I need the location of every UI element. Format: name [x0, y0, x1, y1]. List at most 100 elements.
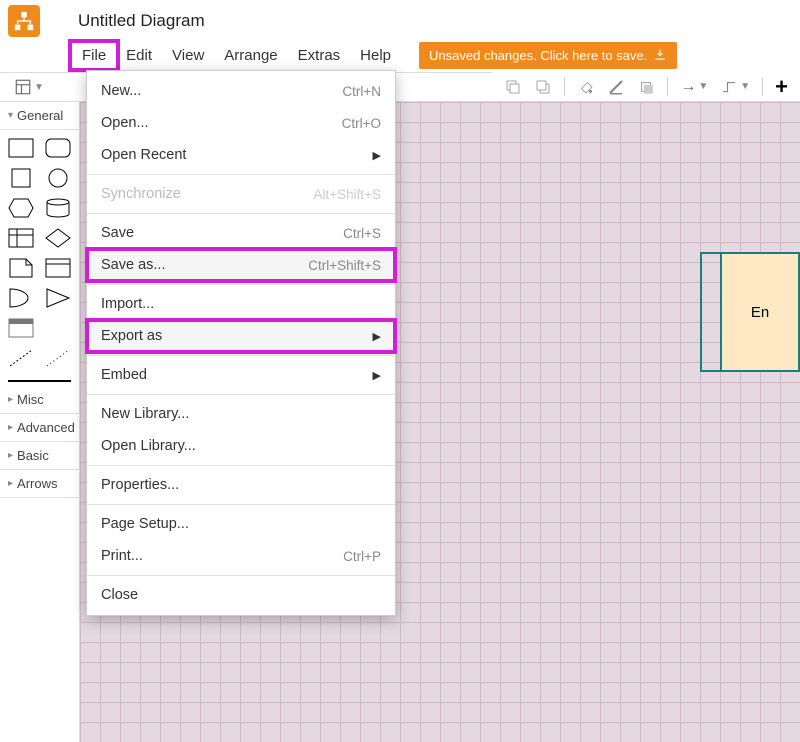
waypoint-tool[interactable]: ▼: [714, 76, 756, 98]
menu-item-shortcut: Ctrl+Shift+S: [308, 258, 381, 273]
unsaved-changes-button[interactable]: Unsaved changes. Click here to save.: [419, 42, 677, 69]
menu-item-print[interactable]: Print... Ctrl+P: [87, 540, 395, 572]
menu-item-page-setup[interactable]: Page Setup...: [87, 508, 395, 540]
menu-item-shortcut: Ctrl+O: [342, 116, 381, 131]
toolbar-separator: [762, 78, 763, 96]
menu-item-new-library[interactable]: New Library...: [87, 398, 395, 430]
menu-item-shortcut: Ctrl+S: [343, 226, 381, 241]
line-color-tool[interactable]: [601, 76, 631, 98]
menu-item-save[interactable]: Save Ctrl+S: [87, 217, 395, 249]
menu-item-synchronize: Synchronize Alt+Shift+S: [87, 178, 395, 210]
toolbar-separator: [667, 78, 668, 96]
menu-separator: [87, 575, 395, 576]
submenu-arrow-icon: ▶: [373, 369, 381, 382]
diagram-node[interactable]: En: [720, 252, 800, 372]
menu-item-label: New...: [101, 83, 141, 99]
layout-tool[interactable]: ▼: [8, 76, 50, 98]
menu-separator: [87, 504, 395, 505]
fill-color-tool[interactable]: [571, 76, 601, 98]
shape-rectangle[interactable]: [8, 138, 34, 158]
menu-item-open-library[interactable]: Open Library...: [87, 430, 395, 462]
file-menu-dropdown: New... Ctrl+N Open... Ctrl+O Open Recent ▶ Syn…: [86, 70, 396, 616]
shape-sidebar: General Misc Advanced Basic Arrows: [0, 102, 80, 742]
menu-item-label: New Library...: [101, 406, 189, 422]
shape-palette: [0, 130, 79, 376]
menu-extras[interactable]: Extras: [288, 43, 351, 68]
menu-item-label: Save as...: [101, 257, 165, 273]
sidebar-section-misc[interactable]: Misc: [0, 386, 79, 414]
shape-circle[interactable]: [45, 168, 71, 188]
to-back-tool[interactable]: [528, 76, 558, 98]
to-front-tool[interactable]: [498, 76, 528, 98]
menu-separator: [87, 355, 395, 356]
menu-edit[interactable]: Edit: [116, 43, 162, 68]
menu-item-label: Open Library...: [101, 438, 196, 454]
shape-dashed-line[interactable]: [8, 348, 34, 368]
document-title[interactable]: Untitled Diagram: [78, 11, 205, 31]
menu-item-properties[interactable]: Properties...: [87, 469, 395, 501]
shape-dotted-line[interactable]: [45, 348, 71, 368]
menu-separator: [87, 394, 395, 395]
sidebar-section-basic[interactable]: Basic: [0, 442, 79, 470]
shape-window[interactable]: [8, 318, 34, 338]
menu-arrange[interactable]: Arrange: [214, 43, 287, 68]
menu-item-label: Print...: [101, 548, 143, 564]
menu-item-label: Properties...: [101, 477, 179, 493]
shape-note[interactable]: [8, 258, 34, 278]
menu-item-label: Synchronize: [101, 186, 181, 202]
toolbar-separator: [564, 78, 565, 96]
shape-table[interactable]: [8, 228, 34, 248]
sidebar-section-arrows[interactable]: Arrows: [0, 470, 79, 498]
menu-item-shortcut: Alt+Shift+S: [313, 187, 381, 202]
menu-item-export-as[interactable]: Export as ▶: [87, 320, 395, 352]
shape-triangle[interactable]: [45, 288, 71, 308]
menu-item-shortcut: Ctrl+N: [342, 84, 381, 99]
add-tool[interactable]: +: [769, 72, 794, 102]
shape-cylinder[interactable]: [45, 198, 71, 218]
download-icon: [653, 48, 667, 62]
formatting-toolbar: →▼ ▼ +: [492, 72, 800, 102]
menu-item-new[interactable]: New... Ctrl+N: [87, 75, 395, 107]
unsaved-changes-label: Unsaved changes. Click here to save.: [429, 48, 647, 63]
sidebar-section-advanced[interactable]: Advanced: [0, 414, 79, 442]
menu-view[interactable]: View: [162, 43, 214, 68]
shape-rounded-rect[interactable]: [45, 138, 71, 158]
menu-item-open[interactable]: Open... Ctrl+O: [87, 107, 395, 139]
menu-item-embed[interactable]: Embed ▶: [87, 359, 395, 391]
shape-blank[interactable]: [45, 318, 71, 338]
shape-hexagon[interactable]: [8, 198, 34, 218]
menu-item-label: Save: [101, 225, 134, 241]
menu-separator: [87, 174, 395, 175]
menu-item-label: Open...: [101, 115, 149, 131]
menu-help[interactable]: Help: [350, 43, 401, 68]
menu-item-import[interactable]: Import...: [87, 288, 395, 320]
diagram-logo-icon: [13, 10, 35, 32]
menu-item-save-as[interactable]: Save as... Ctrl+Shift+S: [87, 249, 395, 281]
shape-card[interactable]: [45, 258, 71, 278]
menu-separator: [87, 284, 395, 285]
menu-file[interactable]: File: [72, 43, 116, 68]
menu-separator: [87, 213, 395, 214]
menu-item-label: Import...: [101, 296, 154, 312]
shape-square[interactable]: [8, 168, 34, 188]
sidebar-divider: [8, 380, 71, 382]
submenu-arrow-icon: ▶: [373, 330, 381, 343]
connection-tool[interactable]: →▼: [674, 76, 714, 98]
menu-item-label: Close: [101, 587, 138, 603]
shape-half-circle[interactable]: [8, 288, 34, 308]
sidebar-section-general[interactable]: General: [0, 102, 79, 130]
shape-diamond[interactable]: [45, 228, 71, 248]
menu-separator: [87, 465, 395, 466]
menu-item-label: Page Setup...: [101, 516, 189, 532]
menu-item-label: Open Recent: [101, 147, 186, 163]
menu-item-label: Embed: [101, 367, 147, 383]
menu-item-shortcut: Ctrl+P: [343, 549, 381, 564]
title-bar: Untitled Diagram: [0, 0, 800, 38]
submenu-arrow-icon: ▶: [373, 149, 381, 162]
shadow-tool[interactable]: [631, 76, 661, 98]
diagram-bracket[interactable]: [700, 252, 720, 372]
app-logo: [8, 5, 40, 37]
menu-item-close[interactable]: Close: [87, 579, 395, 611]
menu-item-open-recent[interactable]: Open Recent ▶: [87, 139, 395, 171]
menu-item-label: Export as: [101, 328, 162, 344]
